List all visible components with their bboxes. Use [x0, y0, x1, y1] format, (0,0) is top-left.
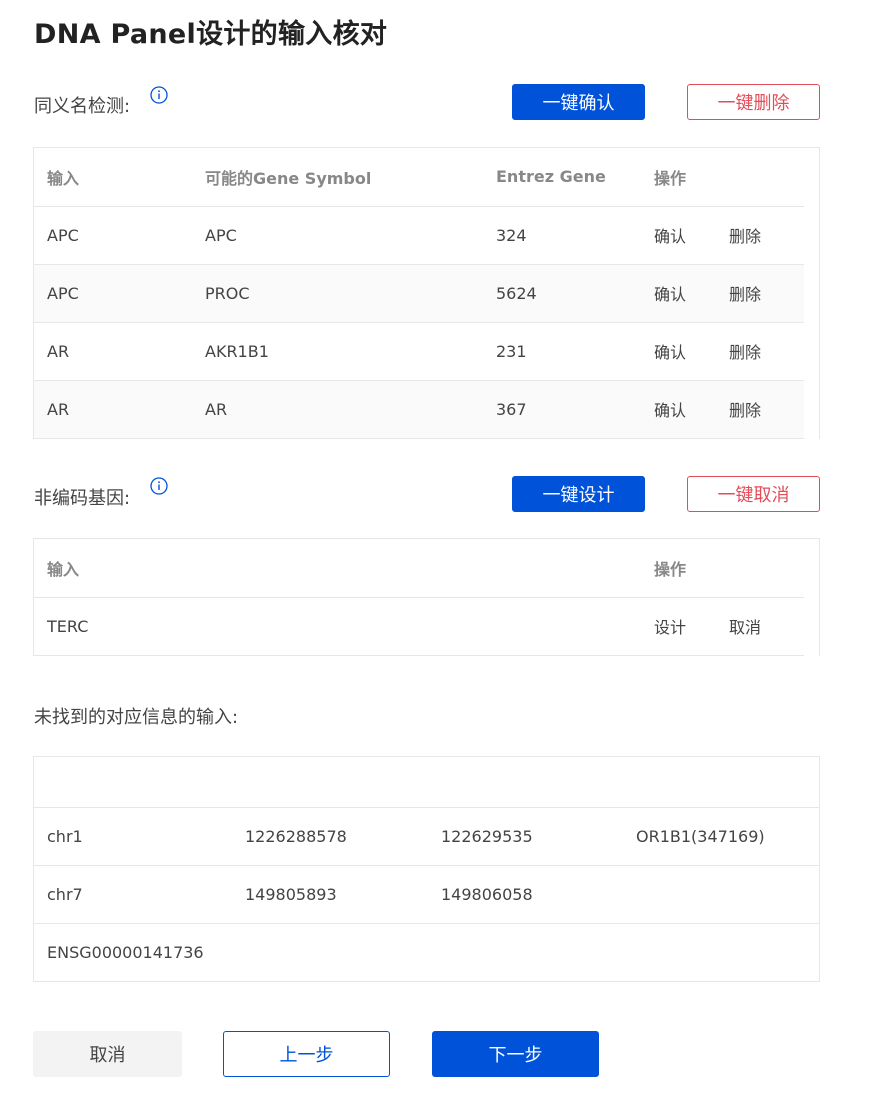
cell: [232, 923, 428, 982]
noncoding-section-label: 非编码基因:: [34, 488, 131, 509]
column-header: 操作: [641, 148, 805, 207]
info-circle-icon[interactable]: [150, 477, 168, 495]
cell-symbol: PROC: [192, 264, 483, 323]
cell-input: TERC: [34, 597, 641, 656]
cell: 1226288578: [232, 807, 428, 866]
table-row: APC PROC 5624 确认 删除: [34, 264, 805, 323]
cell-input: APC: [34, 206, 192, 265]
page-title: DNA Panel设计的输入核对: [34, 19, 388, 50]
column-header: 可能的Gene Symbol: [192, 148, 483, 207]
cell-entrez: 367: [483, 380, 641, 439]
confirm-link[interactable]: 确认: [641, 206, 716, 265]
cell: chr7: [34, 865, 232, 924]
cell: [623, 865, 819, 924]
cell-entrez: 5624: [483, 264, 641, 323]
delete-link[interactable]: 删除: [716, 206, 805, 265]
column-header: 输入: [34, 148, 192, 207]
cell: chr1: [34, 807, 232, 866]
delete-link[interactable]: 删除: [716, 264, 805, 323]
notfound-section-label: 未找到的对应信息的输入:: [34, 707, 239, 728]
column-header: Entrez Gene: [483, 148, 641, 207]
noncoding-table: 输入 操作 TERC 设计 取消: [33, 538, 820, 656]
cell: [428, 923, 623, 982]
table-row: chr1 1226288578 122629535 OR1B1(347169): [34, 807, 819, 866]
cell-symbol: AKR1B1: [192, 322, 483, 381]
table-row: chr7 149805893 149806058: [34, 865, 819, 924]
delete-link[interactable]: 删除: [716, 380, 805, 439]
cell: 149806058: [428, 865, 623, 924]
design-link[interactable]: 设计: [641, 597, 716, 656]
cell-input: APC: [34, 264, 192, 323]
confirm-link[interactable]: 确认: [641, 322, 716, 381]
table-row: TERC 设计 取消: [34, 597, 805, 656]
cell-input: AR: [34, 380, 192, 439]
prev-step-button[interactable]: 上一步: [223, 1031, 390, 1077]
confirm-link[interactable]: 确认: [641, 264, 716, 323]
cancel-button[interactable]: 取消: [33, 1031, 182, 1077]
cell: [623, 923, 819, 982]
cancel-all-button[interactable]: 一键取消: [687, 476, 820, 512]
next-step-button[interactable]: 下一步: [432, 1031, 599, 1077]
column-header: 输入: [34, 539, 641, 598]
table-row: APC APC 324 确认 删除: [34, 206, 805, 265]
table-header-row: 输入 操作: [34, 539, 805, 598]
cell: OR1B1(347169): [623, 807, 819, 866]
delete-link[interactable]: 删除: [716, 322, 805, 381]
table-header-row: 输入 可能的Gene Symbol Entrez Gene 操作: [34, 148, 805, 207]
synonym-table: 输入 可能的Gene Symbol Entrez Gene 操作 APC APC…: [33, 147, 820, 439]
table-row: AR AKR1B1 231 确认 删除: [34, 322, 805, 381]
synonym-section-label: 同义名检测:: [34, 96, 131, 117]
table-row: ENSG00000141736: [34, 923, 819, 982]
cell-symbol: AR: [192, 380, 483, 439]
cell: 122629535: [428, 807, 623, 866]
delete-all-button[interactable]: 一键删除: [687, 84, 820, 120]
cell: ENSG00000141736: [34, 923, 232, 982]
cell-input: AR: [34, 322, 192, 381]
notfound-table: chr1 1226288578 122629535 OR1B1(347169) …: [33, 756, 820, 982]
column-header: 操作: [641, 539, 805, 598]
cell-entrez: 231: [483, 322, 641, 381]
confirm-all-button[interactable]: 一键确认: [512, 84, 645, 120]
cell: 149805893: [232, 865, 428, 924]
design-all-button[interactable]: 一键设计: [512, 476, 645, 512]
table-row: AR AR 367 确认 删除: [34, 380, 805, 439]
info-circle-icon[interactable]: [150, 86, 168, 104]
cell-entrez: 324: [483, 206, 641, 265]
cell-symbol: APC: [192, 206, 483, 265]
confirm-link[interactable]: 确认: [641, 380, 716, 439]
table-header-row: [34, 757, 819, 808]
cancel-link[interactable]: 取消: [716, 597, 805, 656]
